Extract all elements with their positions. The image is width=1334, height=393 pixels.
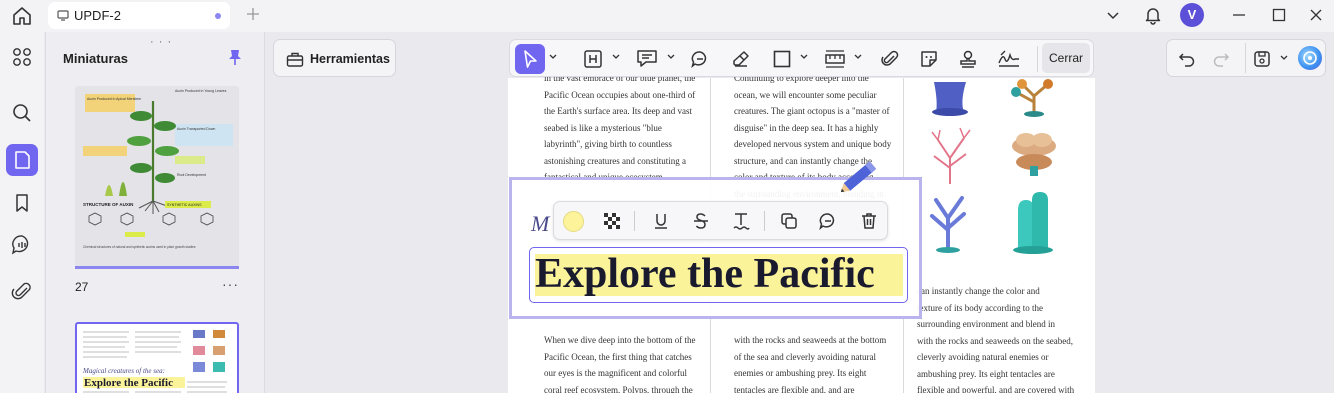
- toolbar-separator: [1037, 46, 1038, 72]
- squiggly-text-icon[interactable]: [731, 211, 751, 231]
- sticky-note-icon[interactable]: [636, 49, 658, 69]
- save-icon[interactable]: [1252, 49, 1272, 69]
- toolbox-icon: [285, 49, 305, 69]
- document-tab-icon: [57, 9, 69, 21]
- cursor-arrow-icon: [524, 50, 537, 68]
- rectangle-shape-icon[interactable]: [772, 49, 792, 69]
- signature-icon[interactable]: [997, 49, 1021, 69]
- thumb1-label-2: Auxin Produced in Young Leaves: [175, 89, 227, 93]
- coral-illustrations: [930, 79, 1056, 254]
- toolbar-separator: [634, 211, 635, 231]
- toolbar-separator: [764, 211, 765, 231]
- page-more-options[interactable]: ···: [222, 276, 239, 292]
- heading-selection-outline: [529, 247, 908, 303]
- panel-resize-grip[interactable]: · · ·: [150, 36, 172, 48]
- minimize-icon[interactable]: [1231, 7, 1247, 23]
- new-tab-plus-icon[interactable]: [245, 6, 261, 22]
- drop-cap-letter: M: [531, 211, 550, 236]
- stamp-icon[interactable]: [958, 49, 978, 69]
- chevron-down-icon[interactable]: [548, 52, 558, 62]
- coral-1: [932, 82, 968, 116]
- chevron-down-icon[interactable]: [853, 52, 863, 62]
- strikethrough-icon[interactable]: [691, 211, 711, 231]
- close-window-icon[interactable]: [1308, 7, 1324, 23]
- coral-6: [1013, 192, 1053, 254]
- body-text-col1-bottom[interactable]: When we dive deep into the bottom of the…: [544, 332, 709, 393]
- redo-icon[interactable]: [1211, 49, 1231, 69]
- toolbar-separator: [1245, 43, 1246, 73]
- thumb2-heading: Explore the Pacific: [84, 377, 173, 389]
- coral-4: [1012, 133, 1056, 176]
- body-text-col2-bottom[interactable]: with the rocks and seaweeds at the botto…: [734, 332, 902, 393]
- thumbnails-icon[interactable]: [6, 144, 38, 176]
- thumb1-title: STRUCTURE OF AUXIN: [83, 202, 133, 207]
- undo-icon[interactable]: [1177, 49, 1197, 69]
- copy-icon[interactable]: [779, 211, 799, 231]
- trash-icon[interactable]: [859, 211, 879, 231]
- chevron-down-icon[interactable]: [1279, 53, 1289, 63]
- thumb1-caption: Chemical structures of natural and synth…: [83, 245, 196, 249]
- comments-icon[interactable]: [9, 232, 35, 258]
- panel-title: Miniaturas: [63, 51, 129, 66]
- body-text-col1-top[interactable]: in the vast embrace of our blue planet, …: [544, 70, 709, 186]
- coral-2: [1011, 79, 1053, 117]
- home-icon[interactable]: [11, 5, 33, 27]
- page-number-label: 27: [75, 280, 89, 294]
- user-avatar[interactable]: V: [1180, 3, 1204, 27]
- unsaved-dot: [215, 13, 221, 19]
- attach-file-icon[interactable]: [880, 49, 900, 69]
- coral-5: [930, 196, 966, 253]
- grid-apps-icon[interactable]: [9, 44, 35, 70]
- chevron-down-icon[interactable]: [1105, 7, 1121, 23]
- tools-button[interactable]: Herramientas: [273, 39, 396, 77]
- attachment-icon[interactable]: [9, 278, 35, 304]
- color-picker-button[interactable]: [563, 211, 584, 232]
- comment-icon[interactable]: [690, 49, 710, 69]
- thumb2-subtitle: Magical creatures of the sea:: [82, 367, 165, 375]
- ai-assistant-icon[interactable]: [1298, 46, 1322, 70]
- right-toolbar: [1166, 39, 1326, 77]
- bookmark-icon[interactable]: [9, 190, 35, 216]
- annotation-toolbar: [553, 201, 888, 240]
- coral-3: [931, 127, 971, 184]
- main-toolbar: Cerrar: [509, 39, 1094, 77]
- document-tab[interactable]: UPDF-2: [48, 2, 230, 29]
- tools-button-label: Herramientas: [310, 52, 390, 66]
- pencil-icon: [835, 152, 885, 200]
- thumbnail-selected-indicator: [75, 266, 239, 269]
- thumb1-label-3: Auxin Transported Down: [177, 127, 215, 131]
- page-thumbnail-27[interactable]: Auxin Produced in Apical Meristem Auxin …: [75, 86, 239, 268]
- chevron-down-icon[interactable]: [611, 52, 621, 62]
- chevron-down-icon[interactable]: [799, 52, 809, 62]
- search-icon[interactable]: [9, 100, 35, 126]
- pin-icon[interactable]: [227, 48, 243, 66]
- thumb1-tag: SYNTHETIC AUXINS: [167, 203, 202, 207]
- sticker-icon[interactable]: [919, 49, 939, 69]
- chevron-down-icon[interactable]: [666, 52, 676, 62]
- measure-tool-icon[interactable]: [824, 49, 846, 69]
- text-box-icon[interactable]: [583, 49, 603, 69]
- page-thumbnail-28[interactable]: Magical creatures of the sea: Explore th…: [75, 322, 239, 393]
- opacity-icon[interactable]: [602, 211, 622, 231]
- underline-icon[interactable]: [651, 211, 671, 231]
- add-comment-icon[interactable]: [818, 211, 838, 231]
- body-text-col3-bottom[interactable]: can instantly change the color and textu…: [917, 283, 1093, 393]
- maximize-icon[interactable]: [1271, 7, 1287, 23]
- tab-title: UPDF-2: [74, 8, 121, 23]
- eraser-icon[interactable]: [731, 49, 751, 69]
- close-tools-button[interactable]: Cerrar: [1042, 43, 1090, 73]
- thumb1-label-4: Root Development: [177, 173, 206, 177]
- bell-icon[interactable]: [1143, 5, 1163, 25]
- thumb1-label-1: Auxin Produced in Apical Meristem: [87, 97, 141, 101]
- select-tool-button[interactable]: [515, 44, 545, 74]
